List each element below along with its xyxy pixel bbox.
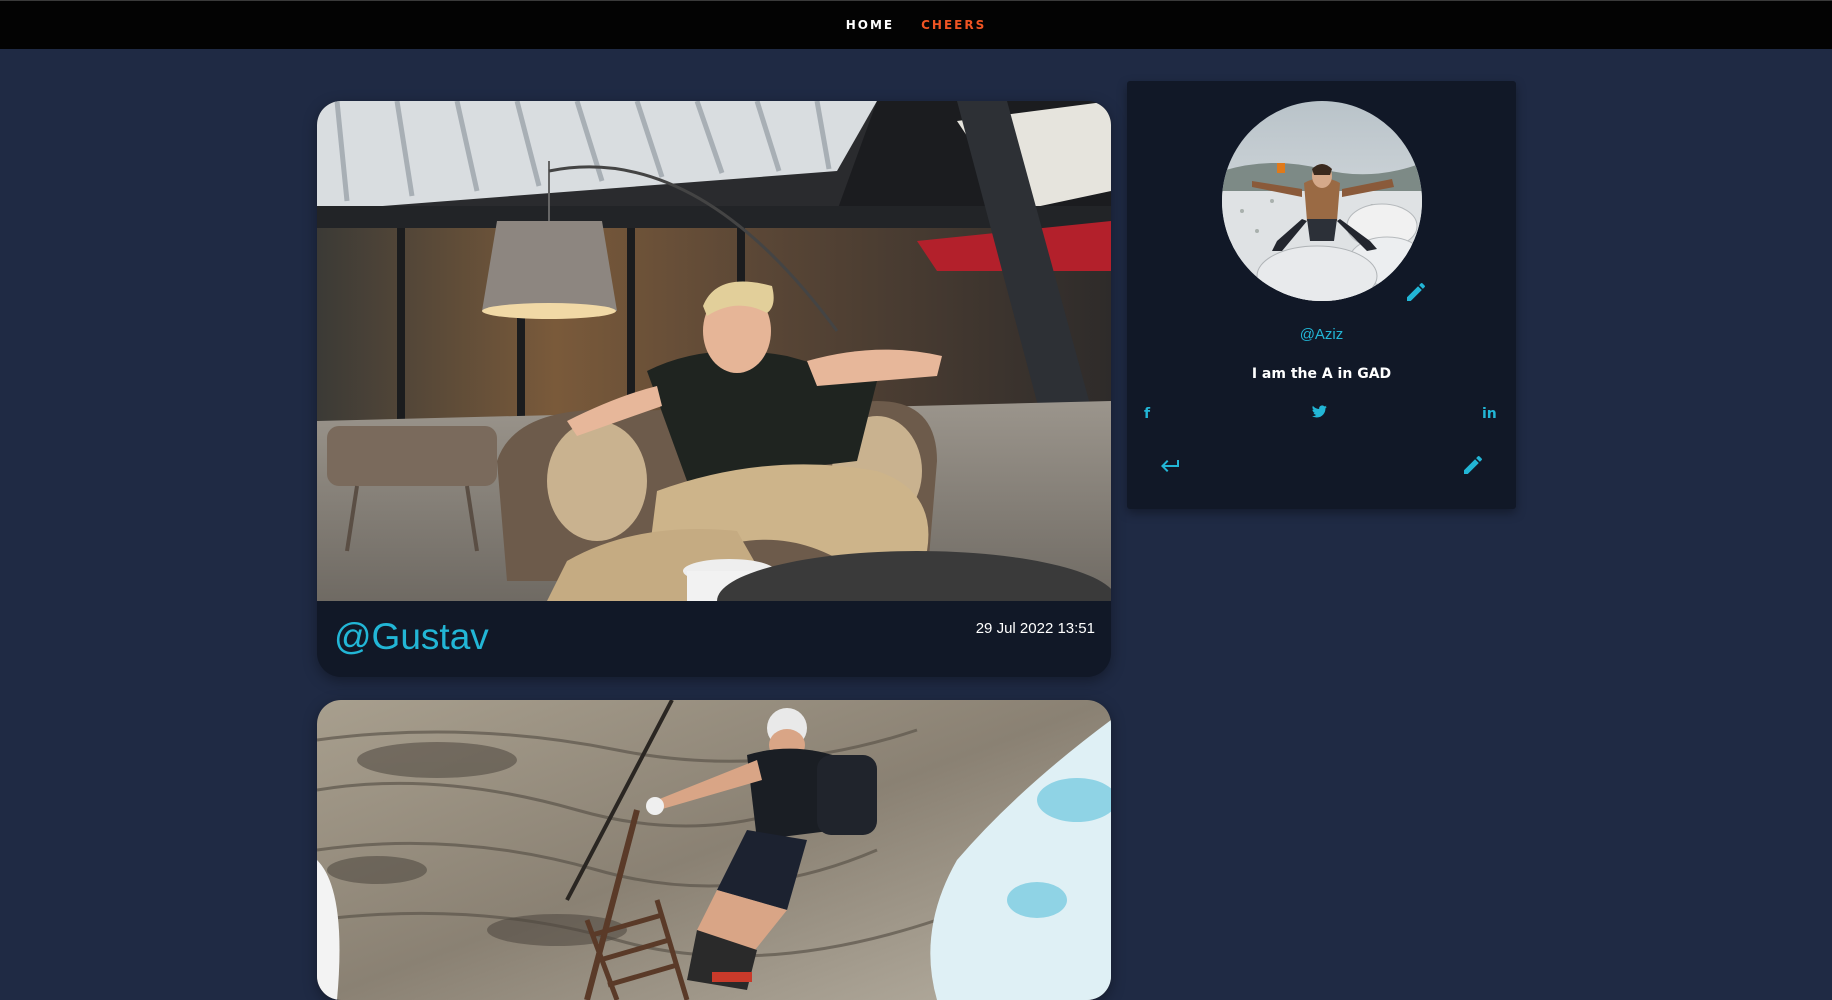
profile-card: @Aziz I am the A in GAD f in [1127,81,1516,509]
profile-bio: I am the A in GAD [1251,366,1392,382]
post-footer: @Gustav 29 Jul 2022 13:51 [317,601,1111,677]
facebook-icon[interactable]: f [1144,406,1150,422]
linkedin-icon[interactable]: in [1482,406,1497,422]
pencil-icon[interactable] [1404,280,1428,304]
top-nav-bar: HOME CHEERS [0,0,1832,49]
nav-home-link[interactable]: HOME [846,18,894,32]
post-author-link[interactable]: @Gustav [334,616,489,658]
post-photo[interactable] [317,101,1111,601]
post-card [317,700,1111,1000]
profile-username[interactable]: @Aziz [1127,326,1516,343]
post-photo[interactable] [317,700,1111,1000]
post-card: @Gustav 29 Jul 2022 13:51 [317,101,1111,677]
avatar[interactable] [1222,101,1422,301]
return-arrow-icon[interactable] [1157,454,1181,478]
pencil-icon[interactable] [1461,453,1485,477]
nav-cheers-link[interactable]: CHEERS [921,18,986,32]
twitter-icon[interactable] [1312,405,1327,422]
post-date: 29 Jul 2022 13:51 [975,620,1095,637]
